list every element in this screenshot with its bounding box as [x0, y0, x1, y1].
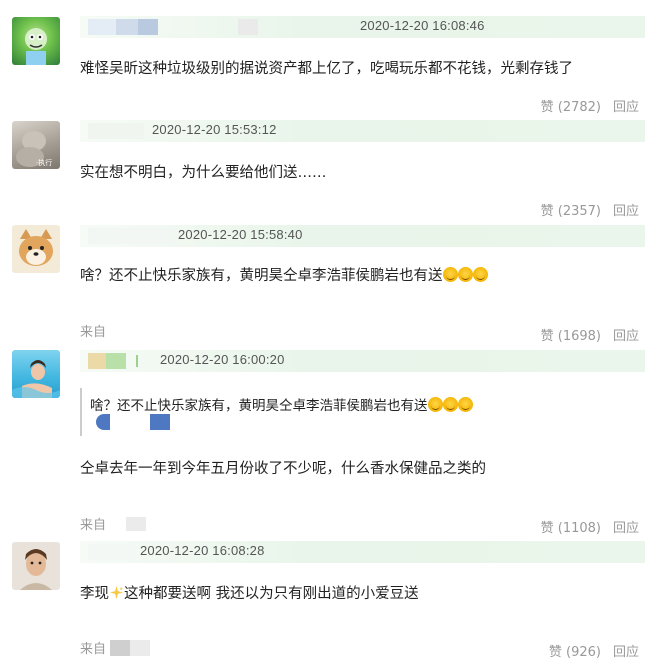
username-redacted[interactable] [88, 123, 144, 139]
grin-emoji-icon [472, 267, 488, 282]
sparkle-icon [109, 585, 124, 600]
swimmer-avatar-icon [12, 360, 60, 398]
comment-text: 实在想不明白，为什么要给他们送…… [80, 165, 327, 181]
username-redacted[interactable] [88, 544, 136, 560]
comment-header: 2020-12-20 15:58:40 [80, 225, 645, 247]
comment-actions: 赞 (1108) 回应 [541, 517, 639, 536]
comment-text-after: 这种都要送啊 我还以为只有刚出道的小爱豆送 [124, 586, 419, 602]
like-button[interactable]: 赞 (1108) [541, 517, 601, 536]
comment-text-content: 啥？还不止快乐家族有，黄明昊仝卓李浩菲侯鹏岩也有送 [80, 268, 443, 284]
avatar[interactable] [12, 350, 60, 398]
dog-avatar-icon [19, 229, 53, 266]
like-button[interactable]: 赞 (926) [549, 641, 601, 660]
grin-emoji-icon [427, 397, 443, 412]
grin-emoji-icon [442, 397, 458, 412]
like-button[interactable]: 赞 (2357) [541, 200, 601, 219]
comment-header: 2020-12-20 16:08:28 [80, 541, 645, 563]
source-label: 来自 [80, 518, 107, 533]
like-button[interactable]: 赞 (1698) [541, 325, 601, 344]
comment-header: 2020-12-20 15:53:12 [80, 120, 645, 142]
grin-emoji-icon [457, 267, 473, 282]
timestamp: 2020-12-20 16:08:28 [140, 543, 265, 558]
timestamp: 2020-12-20 16:00:20 [160, 352, 285, 367]
timestamp: 2020-12-20 15:53:12 [152, 122, 277, 137]
timestamp: 2020-12-20 16:08:46 [360, 18, 485, 33]
cartoon-avatar-icon [25, 28, 47, 65]
like-button[interactable]: 赞 (2782) [541, 96, 601, 115]
comment-header: 2020-12-20 16:00:20 [80, 350, 645, 372]
source-label: 来自 [80, 325, 107, 340]
comment-text: 难怪吴昕这种垃圾级别的据说资产都上亿了，吃喝玩乐都不花钱，光剩存钱了 [80, 61, 573, 77]
comment-actions: 赞 (2357) 回应 [541, 200, 639, 219]
quote-text: 啥？还不止快乐家族有，黄明昊仝卓李浩菲侯鹏岩也有送 [90, 394, 473, 414]
reply-button[interactable]: 回应 [613, 96, 639, 115]
username-redacted[interactable] [88, 228, 170, 244]
man-avatar-icon [20, 549, 52, 590]
avatar[interactable] [12, 17, 60, 65]
comment-header: 2020-12-20 16:08:46 [80, 16, 645, 38]
comment-actions: 赞 (926) 回应 [549, 641, 639, 660]
avatar[interactable] [12, 542, 60, 590]
comment-source: 来自 [80, 514, 147, 533]
reply-button[interactable]: 回应 [613, 641, 639, 660]
reply-button[interactable]: 回应 [613, 325, 639, 344]
source-name-redacted[interactable] [126, 516, 147, 531]
grin-emoji-icon [442, 267, 458, 282]
comment-text: 啥？还不止快乐家族有，黄明昊仝卓李浩菲侯鹏岩也有送 [80, 264, 488, 285]
quote-author-redacted[interactable] [96, 414, 170, 430]
comment-actions: 赞 (1698) 回应 [541, 325, 639, 344]
comment-source: 来自 [80, 638, 151, 657]
username-redacted[interactable] [88, 19, 258, 35]
timestamp: 2020-12-20 15:58:40 [178, 227, 303, 242]
photo-avatar-icon: ·执行 [16, 131, 52, 167]
source-label: 来自 [80, 642, 107, 657]
reply-button[interactable]: 回应 [613, 517, 639, 536]
grin-emoji-icon [457, 397, 473, 412]
svg-text:·执行: ·执行 [36, 158, 52, 167]
comment-text: 仝卓去年一年到今年五月份收了不少呢，什么香水保健品之类的 [80, 461, 486, 477]
username-redacted[interactable] [88, 353, 138, 369]
quote-text-content: 啥？还不止快乐家族有，黄明昊仝卓李浩菲侯鹏岩也有送 [90, 398, 428, 414]
comment-actions: 赞 (2782) 回应 [541, 96, 639, 115]
avatar[interactable] [12, 225, 60, 273]
comment-text: 李现 这种都要送啊 我还以为只有刚出道的小爱豆送 [80, 582, 419, 603]
comment-text-before: 李现 [80, 586, 109, 602]
reply-button[interactable]: 回应 [613, 200, 639, 219]
comment-source: 来自 [80, 321, 106, 340]
quoted-comment: 啥？还不止快乐家族有，黄明昊仝卓李浩菲侯鹏岩也有送 [80, 388, 510, 436]
avatar[interactable]: ·执行 [12, 121, 60, 169]
source-name-redacted[interactable] [110, 639, 131, 656]
